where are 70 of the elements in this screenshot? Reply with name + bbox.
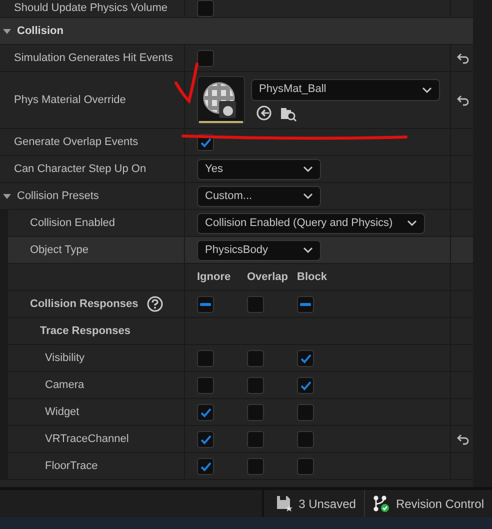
checkbox[interactable] [197, 296, 214, 312]
property-label: Generate Overlap Events [14, 134, 138, 150]
checkbox[interactable] [197, 50, 214, 66]
reset-icon[interactable] [456, 52, 468, 64]
checkbox[interactable] [197, 458, 214, 474]
property-label: Collision Enabled [30, 216, 115, 231]
checkbox[interactable] [297, 296, 314, 312]
checkbox[interactable] [297, 458, 314, 474]
property-label: Should Update Physics Volume [14, 1, 168, 16]
caret-icon [302, 191, 314, 201]
checkbox[interactable] [197, 404, 214, 420]
checkbox[interactable] [197, 376, 214, 394]
checkbox[interactable] [197, 0, 214, 17]
mixed-state-icon [200, 302, 211, 306]
checkmark-icon [200, 434, 212, 444]
expander-icon[interactable] [3, 194, 11, 198]
use-selected-icon[interactable] [256, 104, 272, 120]
group-label: Trace Responses [40, 324, 130, 339]
property-label: Simulation Generates Hit Events [14, 50, 173, 66]
column-header: Block [297, 270, 328, 285]
dropdown[interactable]: Collision Enabled (Query and Physics) [197, 212, 425, 234]
revision-control-icon [372, 494, 390, 512]
expander-icon[interactable] [3, 28, 11, 34]
checkbox[interactable] [247, 296, 264, 312]
property-label: Collision Presets [17, 188, 99, 204]
caret-icon [421, 84, 433, 94]
checkbox[interactable] [247, 430, 264, 448]
property-label: Can Character Step Up On [14, 162, 146, 177]
caret-icon [302, 245, 314, 255]
revision-control-button[interactable]: Revision Control [396, 494, 484, 512]
property-label: Visibility [45, 350, 85, 366]
checkbox[interactable] [297, 404, 314, 420]
help-icon[interactable] [147, 296, 164, 312]
asset-thumbnail[interactable] [197, 76, 245, 124]
dropdown[interactable]: Yes [197, 158, 321, 180]
column-header: Overlap [247, 270, 289, 285]
caret-icon [302, 164, 314, 174]
dropdown[interactable]: PhysicsBody [197, 240, 321, 260]
column-header: Ignore [197, 270, 232, 285]
group-label: Collision Responses [30, 296, 138, 312]
mixed-state-icon [300, 302, 311, 306]
checkbox[interactable] [247, 376, 264, 394]
checkbox[interactable] [247, 458, 264, 474]
property-label: Object Type [30, 242, 88, 258]
section-title[interactable]: Collision [17, 22, 64, 40]
scrollbar-track[interactable] [473, 0, 492, 487]
checkbox[interactable] [247, 350, 264, 366]
unsaved-count[interactable]: 3 Unsaved [298, 494, 356, 512]
checkmark-icon [200, 406, 212, 418]
checkmark-icon [300, 380, 312, 390]
checkmark-icon [200, 460, 212, 472]
caret-icon [406, 218, 418, 228]
property-label: Camera [45, 378, 84, 393]
save-icon [276, 495, 293, 512]
checkbox[interactable] [197, 430, 214, 448]
property-label: Phys Material Override [14, 92, 126, 108]
checkbox[interactable] [297, 430, 314, 448]
checkmark-icon [200, 136, 212, 148]
checkbox[interactable] [297, 376, 314, 394]
checkbox[interactable] [297, 350, 314, 366]
dropdown[interactable]: PhysMat_Ball [251, 78, 440, 100]
property-label: FloorTrace [45, 458, 98, 474]
reset-icon[interactable] [456, 94, 468, 106]
reset-icon[interactable] [456, 432, 468, 446]
checkbox[interactable] [247, 404, 264, 420]
checkmark-icon [300, 352, 312, 364]
dropdown[interactable]: Custom... [197, 186, 321, 206]
property-label: VRTraceChannel [45, 432, 129, 447]
property-label: Widget [45, 404, 80, 420]
checkbox[interactable] [197, 350, 214, 366]
